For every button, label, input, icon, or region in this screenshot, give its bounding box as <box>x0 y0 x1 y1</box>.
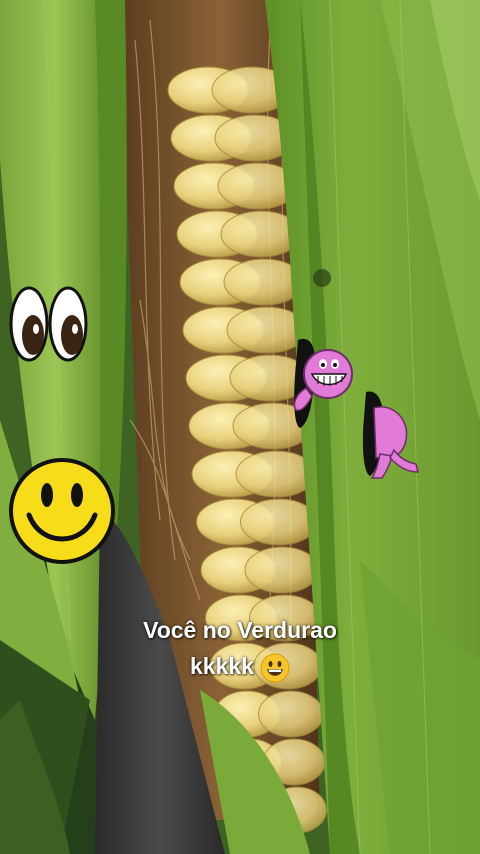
grinning-face-emoji-icon <box>260 653 290 683</box>
caption-line-2: kkkkk <box>0 648 480 684</box>
yellow-smiley-sticker <box>9 458 115 564</box>
caption-line-2-text: kkkkk <box>190 653 254 679</box>
story-caption: Você no Verdurao kkkkk <box>0 612 480 684</box>
story-canvas: Você no Verdurao kkkkk <box>0 0 480 854</box>
caption-line-1: Você no Verdurao <box>143 617 337 643</box>
purple-grinning-character-sticker <box>293 338 353 428</box>
purple-character-legs-sticker <box>362 391 419 479</box>
googly-eyes-sticker <box>9 286 88 362</box>
